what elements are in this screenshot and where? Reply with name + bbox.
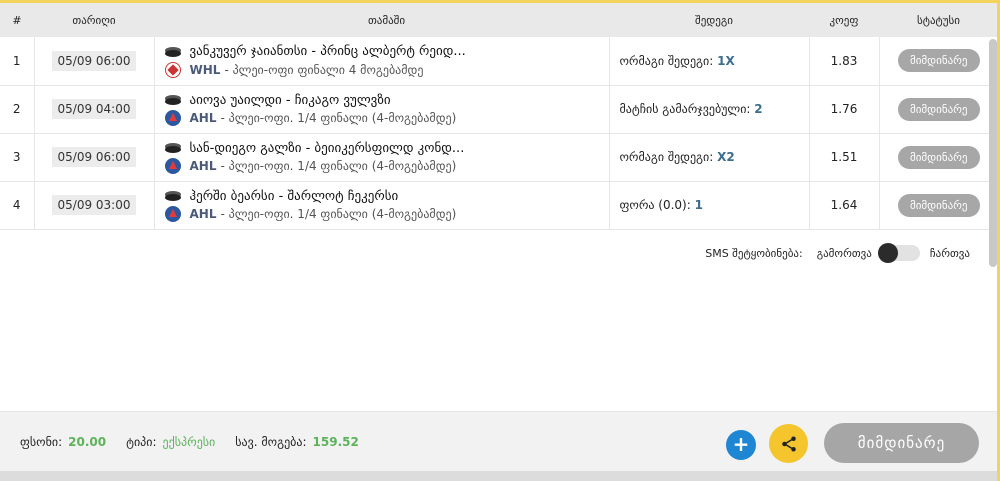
league-desc: - პლეი-ოფი. 1/4 ფინალი (4-მოგებამდე) (220, 207, 457, 221)
header-num: # (0, 3, 34, 37)
result-label: მატჩის გამარჯვებული: (619, 102, 751, 116)
row-date: 05/09 06:00 (51, 50, 137, 71)
result-value: 1 (694, 198, 703, 212)
result-value: 1X (717, 53, 735, 68)
league-desc: - პლეი-ოფი. 1/4 ფინალი (4-მოგებამდე) (220, 111, 457, 125)
odd-value: 1.51 (830, 150, 858, 164)
header-status: სტატუსი (879, 3, 998, 37)
row-date: 05/09 06:00 (51, 147, 137, 167)
sms-label: SMS შეტყობინება: (705, 246, 803, 260)
row-number: 1 (0, 37, 35, 86)
status-badge[interactable]: მიმდინარე (897, 97, 980, 121)
match-teams[interactable]: ჰერში ბეარსი - შარლოტ ჩეკერსი (190, 189, 399, 204)
league-desc: - პლეი-ოფი ფინალი 4 მოგებამდე (224, 62, 424, 77)
row-number: 4 (0, 181, 35, 230)
vertical-scrollbar[interactable] (989, 39, 997, 267)
table-row: 2 05/09 04:00 აიოვა უაილდი - ჩიკაგო ვულვ… (0, 85, 998, 134)
league-abbr: WHL (189, 62, 221, 77)
league-abbr: AHL (189, 111, 217, 125)
odd-value: 1.64 (830, 198, 858, 212)
league-abbr: AHL (189, 207, 217, 221)
status-badge[interactable]: მიმდინარე (897, 145, 980, 169)
plus-icon[interactable]: + (726, 430, 756, 460)
status-badge[interactable]: მიმდინარე (897, 49, 980, 73)
header-match: თამაში (154, 3, 609, 37)
match-teams[interactable]: ვანკუვერ ჯაიანთსი - პრინც ალბერტ რეიდ... (190, 44, 466, 59)
toggle-knob[interactable] (877, 243, 898, 263)
stake-value: 20.00 (68, 434, 107, 449)
possible-win-value: 159.52 (312, 434, 359, 449)
type-item: ტიპი: ექსპრესი (126, 435, 215, 449)
bottom-bar (0, 471, 997, 481)
table-row: 4 05/09 03:00 ჰერში ბეარსი - შარლოტ ჩეკე… (0, 181, 998, 230)
result-value: X2 (717, 150, 735, 164)
match-teams[interactable]: სან-დიეგო გალზი - ბეიიკერსფილდ კონდ... (190, 141, 465, 156)
hockey-puck-icon (164, 191, 181, 201)
bets-table: # თარიღი თამაში შედეგი კოეფ სტატუსი 1 05… (0, 3, 998, 230)
result-label: ორმაგი შედეგი: (619, 150, 714, 164)
possible-win-item: სავ. მოგება: 159.52 (235, 435, 359, 449)
result-label: ფორა (0.0): (619, 198, 691, 212)
bet-summary-footer: ფსონი: 20.00 ტიპი: ექსპრესი სავ. მოგება: 15… (0, 411, 997, 471)
ahl-logo-icon (164, 110, 181, 126)
current-status-button[interactable]: მიმდინარე (824, 423, 979, 463)
result-label: ორმაგი შედეგი: (619, 53, 714, 68)
type-label: ტიპი: (126, 434, 157, 449)
ahl-logo-icon (164, 158, 181, 174)
hockey-puck-icon (164, 46, 181, 57)
table-row: 3 05/09 06:00 სან-დიეგო გალზი - ბეიიკერს… (0, 133, 998, 182)
header-result: შედეგი (609, 3, 809, 37)
hockey-puck-icon (164, 143, 181, 153)
odd-value: 1.83 (830, 53, 858, 68)
row-number: 3 (0, 133, 35, 182)
share-icon[interactable] (769, 424, 808, 463)
stake-label: ფსონი: (20, 434, 63, 449)
sms-on-label[interactable]: ჩართვა (930, 247, 970, 260)
row-date: 05/09 03:00 (51, 195, 137, 215)
table-row: 1 05/09 06:00 ვანკუვერ ჯაიანთსი - პრინც … (0, 37, 998, 86)
league-desc: - პლეი-ოფი. 1/4 ფინალი (4-მოგებამდე) (220, 159, 457, 173)
sms-notification-row: SMS შეტყობინება: გამორთვა ჩართვა (705, 243, 970, 263)
match-teams[interactable]: აიოვა უაილდი - ჩიკაგო ვულვზი (190, 93, 391, 108)
header-odd: კოეფ (809, 3, 879, 37)
stake-item: ფსონი: 20.00 (20, 435, 106, 449)
league-abbr: AHL (189, 159, 217, 173)
bet-slip-frame: # თარიღი თამაში შედეგი კოეფ სტატუსი 1 05… (0, 0, 1000, 481)
result-value: 2 (754, 102, 763, 116)
odd-value: 1.76 (830, 102, 858, 116)
sms-toggle[interactable] (877, 243, 920, 263)
share-glyph-icon (781, 436, 796, 451)
possible-win-label: სავ. მოგება: (235, 434, 307, 449)
hockey-puck-icon (164, 95, 181, 105)
sms-off-label[interactable]: გამორთვა (817, 247, 872, 260)
header-date: თარიღი (34, 3, 154, 37)
row-date: 05/09 04:00 (51, 99, 137, 119)
table-header-row: # თარიღი თამაში შედეგი კოეფ სტატუსი (0, 3, 998, 37)
row-number: 2 (0, 85, 35, 134)
ahl-logo-icon (164, 206, 181, 222)
type-value: ექსპრესი (162, 434, 216, 449)
status-badge[interactable]: მიმდინარე (897, 193, 980, 217)
whl-logo-icon (164, 61, 181, 78)
